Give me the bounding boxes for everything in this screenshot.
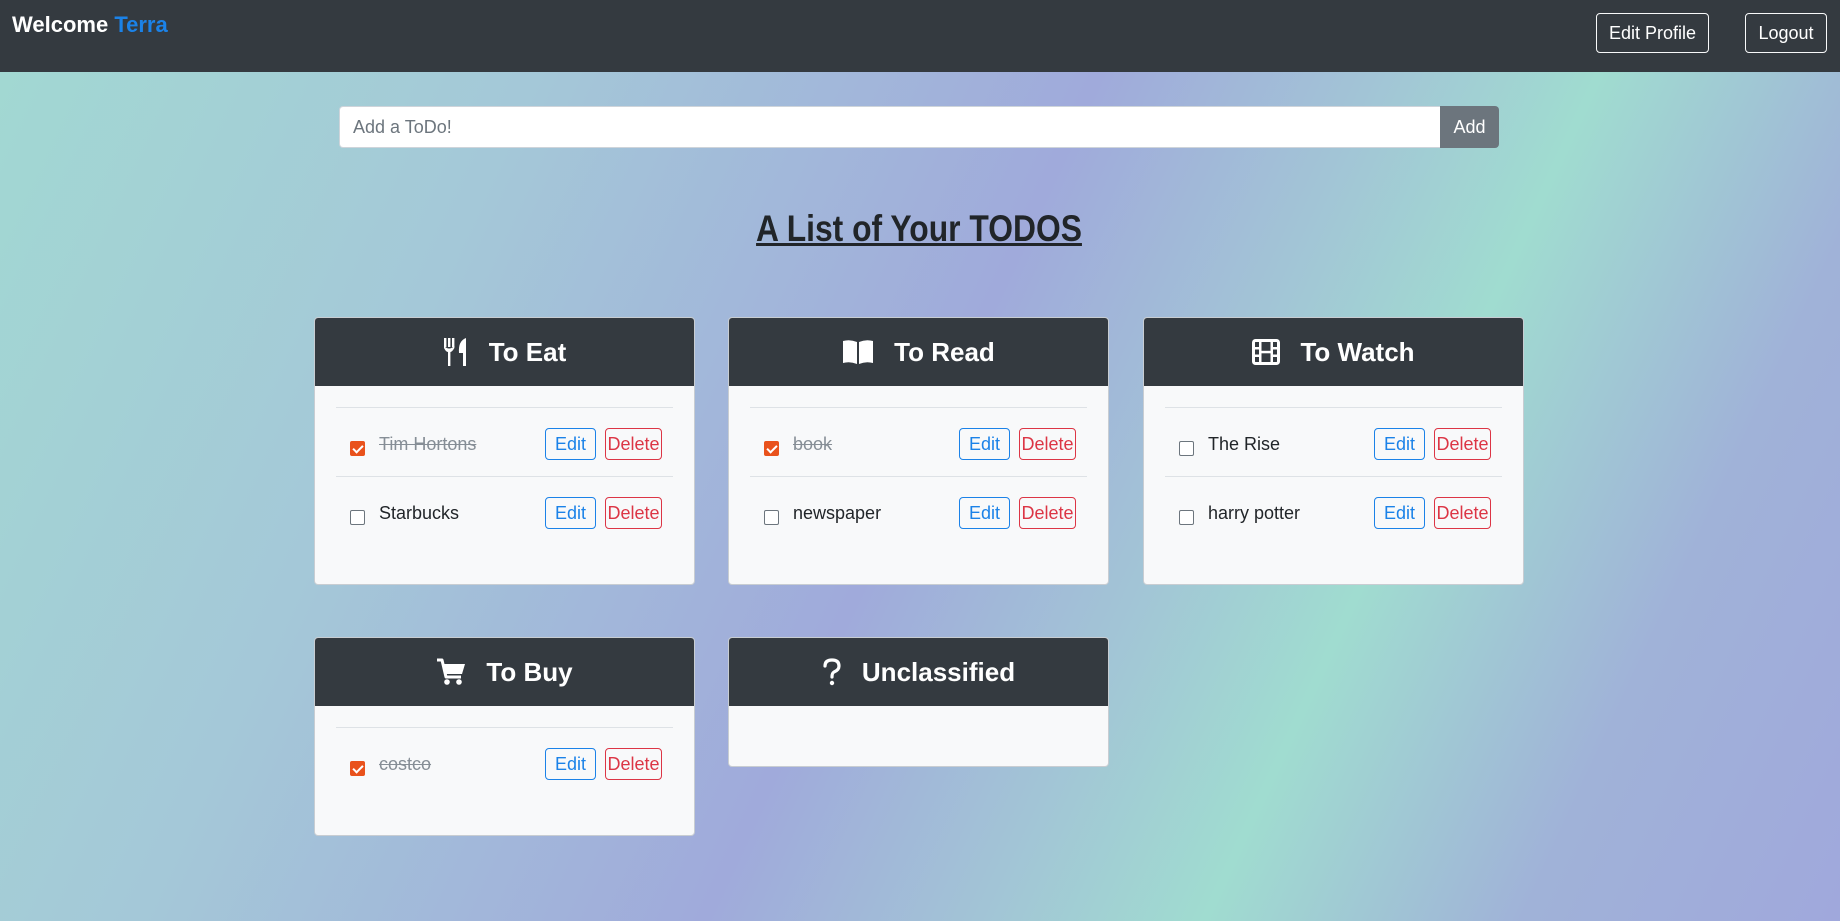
todo-label: harry potter: [1208, 503, 1301, 523]
card-title: To Eat: [488, 336, 567, 367]
card-title: To Read: [894, 336, 995, 367]
edit-button[interactable]: Edit: [545, 748, 596, 780]
card-header: To Watch: [1144, 318, 1523, 386]
todo-label: Tim Hortons: [379, 434, 477, 454]
edit-button[interactable]: Edit: [545, 428, 596, 460]
todo-checkbox[interactable]: [350, 441, 365, 456]
delete-button[interactable]: Delete: [1019, 428, 1076, 460]
todo-item: The Rise Edit Delete: [1165, 407, 1502, 476]
delete-button[interactable]: Delete: [1434, 497, 1491, 529]
category-card-to-watch: To Watch The Rise Edit Delete harry pott…: [1143, 317, 1524, 585]
todo-label: costco: [379, 754, 432, 774]
card-title: Unclassified: [861, 656, 1016, 687]
utensils-icon: [443, 337, 469, 367]
todo-label: book: [793, 434, 833, 454]
todo-item: Tim Hortons Edit Delete: [336, 407, 673, 476]
todo-item: harry potter Edit Delete: [1165, 476, 1502, 545]
welcome-text: Welcome: [12, 12, 109, 37]
add-todo-button[interactable]: Add: [1440, 106, 1499, 148]
todo-item: book Edit Delete: [750, 407, 1087, 476]
username: Terra: [114, 12, 168, 37]
todo-checkbox[interactable]: [350, 510, 365, 525]
todo-checkbox[interactable]: [1179, 510, 1194, 525]
todo-checkbox[interactable]: [1179, 441, 1194, 456]
todo-checkbox[interactable]: [350, 761, 365, 776]
card-title: To Watch: [1300, 336, 1415, 367]
card-header: To Read: [729, 318, 1108, 386]
edit-button[interactable]: Edit: [959, 497, 1010, 529]
category-card-to-buy: To Buy costco Edit Delete: [314, 637, 695, 836]
category-card-unclassified: Unclassified: [728, 637, 1109, 767]
todo-label: The Rise: [1208, 434, 1281, 454]
film-icon: [1252, 339, 1281, 365]
question-icon: [822, 658, 842, 686]
todo-item: newspaper Edit Delete: [750, 476, 1087, 545]
todo-checkbox[interactable]: [764, 441, 779, 456]
edit-profile-button[interactable]: Edit Profile: [1596, 13, 1709, 53]
book-open-icon: [842, 339, 874, 365]
delete-button[interactable]: Delete: [605, 748, 662, 780]
todo-label: newspaper: [793, 503, 882, 523]
edit-button[interactable]: Edit: [1374, 428, 1425, 460]
edit-button[interactable]: Edit: [1374, 497, 1425, 529]
welcome-brand: Welcome Terra: [12, 12, 168, 38]
card-header: Unclassified: [729, 638, 1108, 706]
todo-label: Starbucks: [379, 503, 460, 523]
todo-item: Starbucks Edit Delete: [336, 476, 673, 545]
navbar: Welcome Terra Edit Profile Logout: [0, 0, 1840, 72]
todo-checkbox[interactable]: [764, 510, 779, 525]
category-card-to-read: To Read book Edit Delete newspaper Edit …: [728, 317, 1109, 585]
delete-button[interactable]: Delete: [605, 497, 662, 529]
card-title: To Buy: [486, 656, 573, 687]
edit-button[interactable]: Edit: [959, 428, 1010, 460]
delete-button[interactable]: Delete: [605, 428, 662, 460]
add-todo-input[interactable]: [339, 106, 1441, 148]
delete-button[interactable]: Delete: [1434, 428, 1491, 460]
page-title: A List of Your TODOS: [756, 208, 1082, 249]
shopping-cart-icon: [436, 658, 466, 686]
category-card-to-eat: To Eat Tim Hortons Edit Delete Starbucks…: [314, 317, 695, 585]
card-header: To Buy: [315, 638, 694, 706]
delete-button[interactable]: Delete: [1019, 497, 1076, 529]
logout-button[interactable]: Logout: [1745, 13, 1827, 53]
todo-item: costco Edit Delete: [336, 727, 673, 796]
edit-button[interactable]: Edit: [545, 497, 596, 529]
card-header: To Eat: [315, 318, 694, 386]
